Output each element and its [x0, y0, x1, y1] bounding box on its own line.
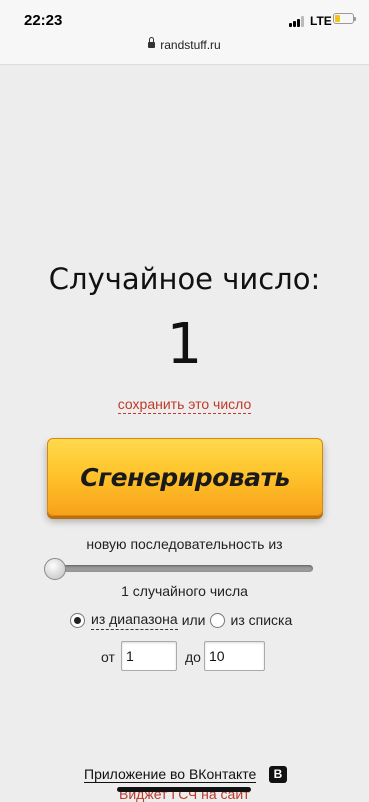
- slider-handle[interactable]: [44, 558, 66, 580]
- home-indicator: [117, 787, 251, 792]
- url-text: randstuff.ru: [160, 38, 221, 52]
- battery-icon: [333, 13, 356, 24]
- count-slider[interactable]: [44, 558, 313, 580]
- signal-icon: [289, 16, 306, 27]
- vk-app-link[interactable]: Приложение во ВКонтакте: [84, 766, 257, 783]
- address-bar[interactable]: randstuff.ru: [0, 34, 369, 65]
- save-number-link[interactable]: сохранить это число: [117, 396, 252, 414]
- from-label: от: [101, 649, 115, 665]
- count-label: 1 случайного числа: [121, 583, 248, 599]
- radio-range[interactable]: [70, 612, 85, 628]
- mode-list-label[interactable]: из списка: [231, 612, 293, 628]
- mode-selector: из диапазона или из списка: [70, 610, 292, 630]
- vk-icon[interactable]: В: [269, 766, 287, 783]
- from-input[interactable]: 1: [121, 641, 177, 671]
- mode-or-label: или: [181, 612, 206, 628]
- page-title: Случайное число:: [48, 262, 321, 296]
- status-bar: 22:23 LTE: [0, 0, 369, 34]
- generate-button[interactable]: Сгенерировать: [47, 438, 323, 516]
- random-number-result: 1: [166, 312, 203, 377]
- lock-icon: [148, 37, 156, 48]
- vk-app-link-label: Приложение во ВКонтакте: [84, 766, 257, 783]
- status-time: 22:23: [24, 12, 63, 29]
- mode-range-label[interactable]: из диапазона: [91, 611, 178, 630]
- to-input[interactable]: 10: [204, 641, 265, 671]
- network-label: LTE: [310, 14, 332, 28]
- generate-button-label: Сгенерировать: [80, 462, 290, 492]
- sequence-label: новую последовательность из: [86, 536, 283, 552]
- save-number-link-wrap: сохранить это число: [0, 396, 369, 414]
- radio-list[interactable]: [209, 612, 225, 628]
- to-label: до: [185, 649, 201, 665]
